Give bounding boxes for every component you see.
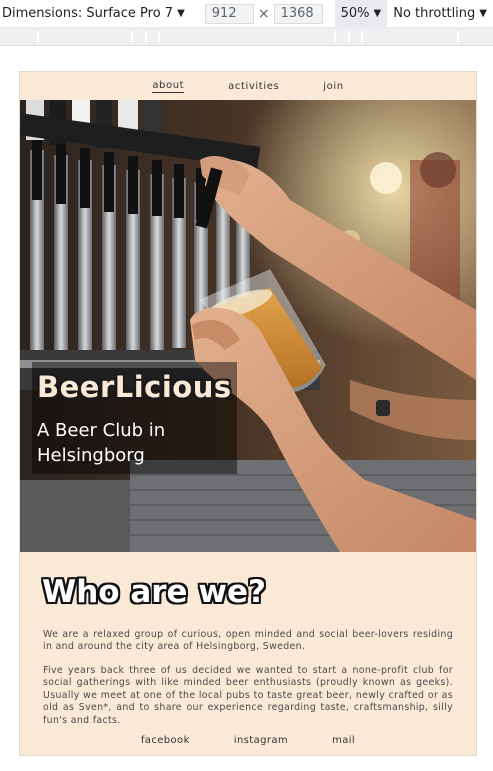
hero-title: BeerLicious [37, 370, 232, 404]
beer-tap-photo [20, 100, 476, 552]
intro-paragraph: We are a relaxed group of curious, open … [43, 629, 453, 653]
ruler-tick [334, 31, 336, 43]
viewport-stage: about activities join BeerLicious A Beer… [0, 46, 493, 771]
media-query-ruler[interactable] [0, 28, 493, 46]
ruler-tick [37, 31, 39, 43]
width-input[interactable]: 912 [204, 3, 254, 24]
history-paragraph: Five years back three of us decided we w… [43, 665, 453, 726]
nav-item-join[interactable]: join [323, 81, 343, 92]
zoom-label: 50% [340, 6, 370, 21]
ruler-tick [457, 31, 459, 43]
chevron-down-icon: ▼ [373, 8, 382, 19]
throttling-select[interactable]: No throttling ▼ [391, 0, 493, 28]
ruler-tick [348, 31, 350, 43]
device-select[interactable]: Dimensions: Surface Pro 7 ▼ [0, 0, 191, 28]
hero-subtitle: A Beer Club in Helsingborg [37, 420, 166, 466]
device-label: Dimensions: Surface Pro 7 [2, 6, 174, 21]
footer-links: facebook instagram mail [20, 735, 476, 746]
chevron-down-icon: ▼ [177, 8, 185, 19]
ruler-tick [158, 31, 160, 43]
nav-item-about[interactable]: about [152, 80, 185, 93]
chevron-down-icon: ▼ [479, 8, 487, 19]
nav-item-activities[interactable]: activities [228, 81, 279, 92]
ruler-tick [361, 31, 363, 43]
ruler-tick [131, 31, 133, 43]
footer-link-facebook[interactable]: facebook [141, 735, 190, 746]
height-input[interactable]: 1368 [273, 3, 323, 24]
footer-link-mail[interactable]: mail [332, 735, 355, 746]
emulated-page: about activities join BeerLicious A Beer… [19, 71, 477, 756]
ruler-tick [145, 31, 147, 43]
times-icon: × [257, 5, 270, 22]
footer-link-instagram[interactable]: instagram [234, 735, 288, 746]
top-nav: about activities join [20, 72, 476, 100]
section-heading: Who are we? [42, 574, 267, 610]
zoom-select[interactable]: 50% ▼ [334, 0, 388, 28]
device-toolbar: Dimensions: Surface Pro 7 ▼ 912 × 1368 5… [0, 0, 493, 28]
throttling-label: No throttling [393, 6, 476, 21]
hero-image: BeerLicious A Beer Club in Helsingborg [20, 100, 476, 552]
